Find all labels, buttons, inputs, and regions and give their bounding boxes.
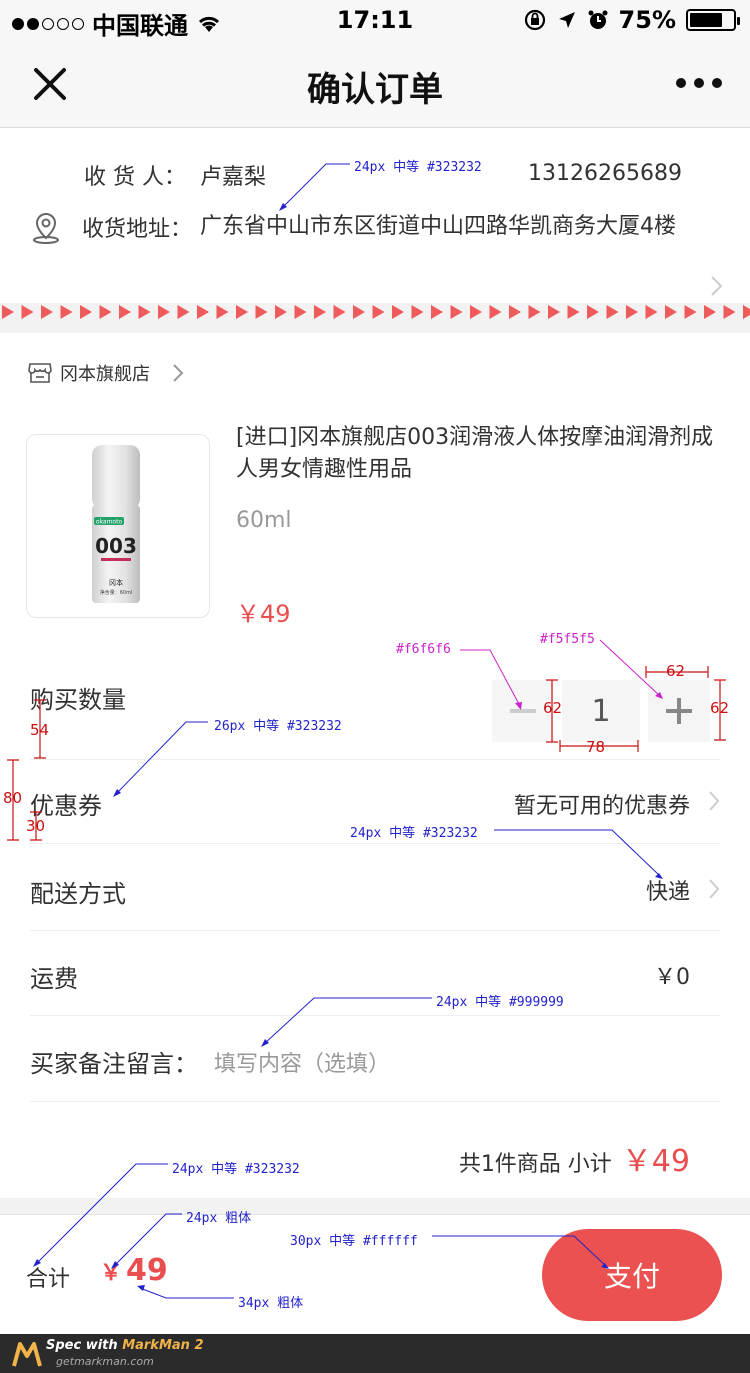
pay-button[interactable]: 支付 [542, 1229, 722, 1321]
more-options-icon[interactable] [676, 78, 722, 88]
quantity-stepper: 1 [492, 680, 710, 742]
nav-bar: 确认订单 [0, 40, 750, 128]
shipping-label: 运费 [30, 965, 78, 993]
annotation-label: #f5f5f5 [540, 632, 595, 647]
annotation-label: 62 [666, 662, 686, 680]
section-gap [0, 1198, 750, 1214]
subtotal-line: 共1件商品 小计 ￥49 [459, 1136, 690, 1180]
battery-fill [690, 13, 722, 27]
quantity-value[interactable]: 1 [562, 680, 640, 742]
annotation-label: 26px 中等 #323232 [214, 719, 342, 734]
location-pin-icon [33, 212, 59, 244]
battery-icon [686, 9, 740, 31]
total-currency: ￥ [100, 1261, 123, 1286]
svg-text:okamoto: okamoto [96, 519, 123, 526]
markman-logo [12, 1342, 42, 1367]
svg-text:净含量：60ml: 净含量：60ml [100, 589, 133, 596]
address-text: 广东省中山市东区街道中山四路华凯商务大厦4楼 [200, 214, 676, 239]
increase-button[interactable] [648, 680, 710, 742]
total-amount-value: 49 [126, 1253, 168, 1288]
rotation-lock-icon [524, 9, 545, 31]
annotation-label: 30px 中等 #ffffff [290, 1234, 418, 1249]
coupon-label: 优惠券 [30, 792, 102, 820]
delivery-row[interactable]: 配送方式 快递 [30, 844, 720, 931]
annotation-label: 62 [543, 699, 563, 717]
remark-input[interactable]: 填写内容（选填） [214, 1046, 390, 1078]
receiver-name: 卢嘉梨 [200, 165, 267, 190]
chevron-right-icon [711, 276, 723, 296]
annotation-label: 34px 粗体 [238, 1296, 304, 1311]
status-right: 75% [523, 6, 740, 34]
product-bottle-illustration: okamoto 003 冈本 净含量：60ml [92, 445, 140, 603]
annotation-label: 24px 中等 #999999 [436, 995, 564, 1010]
coupon-value: 暂无可用的优惠券 [513, 794, 690, 819]
annotation-label: 80 [3, 789, 23, 807]
svg-text:003: 003 [95, 534, 137, 558]
markman-caption: Spec with MarkMan 2 [46, 1338, 204, 1353]
total-amount: ￥ 49 [100, 1253, 168, 1288]
product-image[interactable]: okamoto 003 冈本 净含量：60ml [26, 434, 210, 618]
address-decorative-stripe [0, 303, 750, 321]
annotation-label: 24px 粗体 [186, 1211, 252, 1226]
plus-icon [666, 698, 692, 724]
markman-footer: Spec with MarkMan 2 getmarkman.com [0, 1334, 750, 1373]
minus-icon [510, 709, 536, 713]
chevron-right-icon [173, 364, 184, 382]
page-title: 确认订单 [307, 70, 443, 110]
annotation-label: 30 [26, 817, 46, 835]
annotation-label: 24px 中等 #323232 [172, 1162, 300, 1177]
markman-site: getmarkman.com [56, 1355, 154, 1368]
status-bar: 中国联通 17:11 75% [0, 0, 750, 40]
delivery-label: 配送方式 [30, 880, 126, 908]
total-label: 合计 [26, 1267, 71, 1292]
chevron-right-icon [709, 791, 720, 811]
store-icon [28, 363, 52, 383]
battery-percent: 75% [618, 6, 676, 34]
annotation-label: 62 [710, 699, 730, 717]
quantity-label: 购买数量 [30, 686, 126, 714]
store-name: 冈本旗舰店 [60, 364, 150, 385]
product-title[interactable]: [进口]冈本旗舰店003润滑液人体按摩油润滑剂成人男女情趣性用品 [236, 422, 716, 486]
receiver-label: 收 货 人： [84, 165, 186, 190]
remark-label: 买家备注留言： [30, 1050, 198, 1078]
annotation-label: 24px 中等 #323232 [354, 160, 482, 175]
remark-row: 买家备注留言： 填写内容（选填） [30, 1016, 720, 1102]
chevron-right-icon [709, 879, 720, 899]
annotation-label: #f6f6f6 [396, 642, 451, 657]
store-header[interactable]: 冈本旗舰店 [28, 360, 184, 386]
shipping-fee-row: 运费 ￥0 [30, 931, 720, 1016]
alarm-icon [588, 10, 608, 29]
svg-text:冈本: 冈本 [109, 578, 123, 587]
annotation-label: 54 [30, 721, 50, 739]
subtotal-amount: ￥49 [621, 1144, 690, 1179]
annotation-label: 78 [586, 738, 606, 756]
annotation-label: 24px 中等 #323232 [350, 826, 478, 841]
delivery-value: 快递 [645, 880, 690, 905]
address-label: 收货地址： [82, 217, 193, 242]
product-spec: 60ml [236, 508, 292, 533]
shipping-value: ￥0 [654, 965, 690, 990]
receiver-phone: 13126265689 [528, 161, 682, 186]
location-arrow-icon [558, 12, 575, 28]
subtotal-label: 共1件商品 小计 [458, 1152, 612, 1177]
confirm-order-page: 中国联通 17:11 75% 确认订单 收 货 人： 卢嘉梨 131262656… [0, 0, 750, 1373]
product-price: ￥49 [236, 600, 291, 628]
